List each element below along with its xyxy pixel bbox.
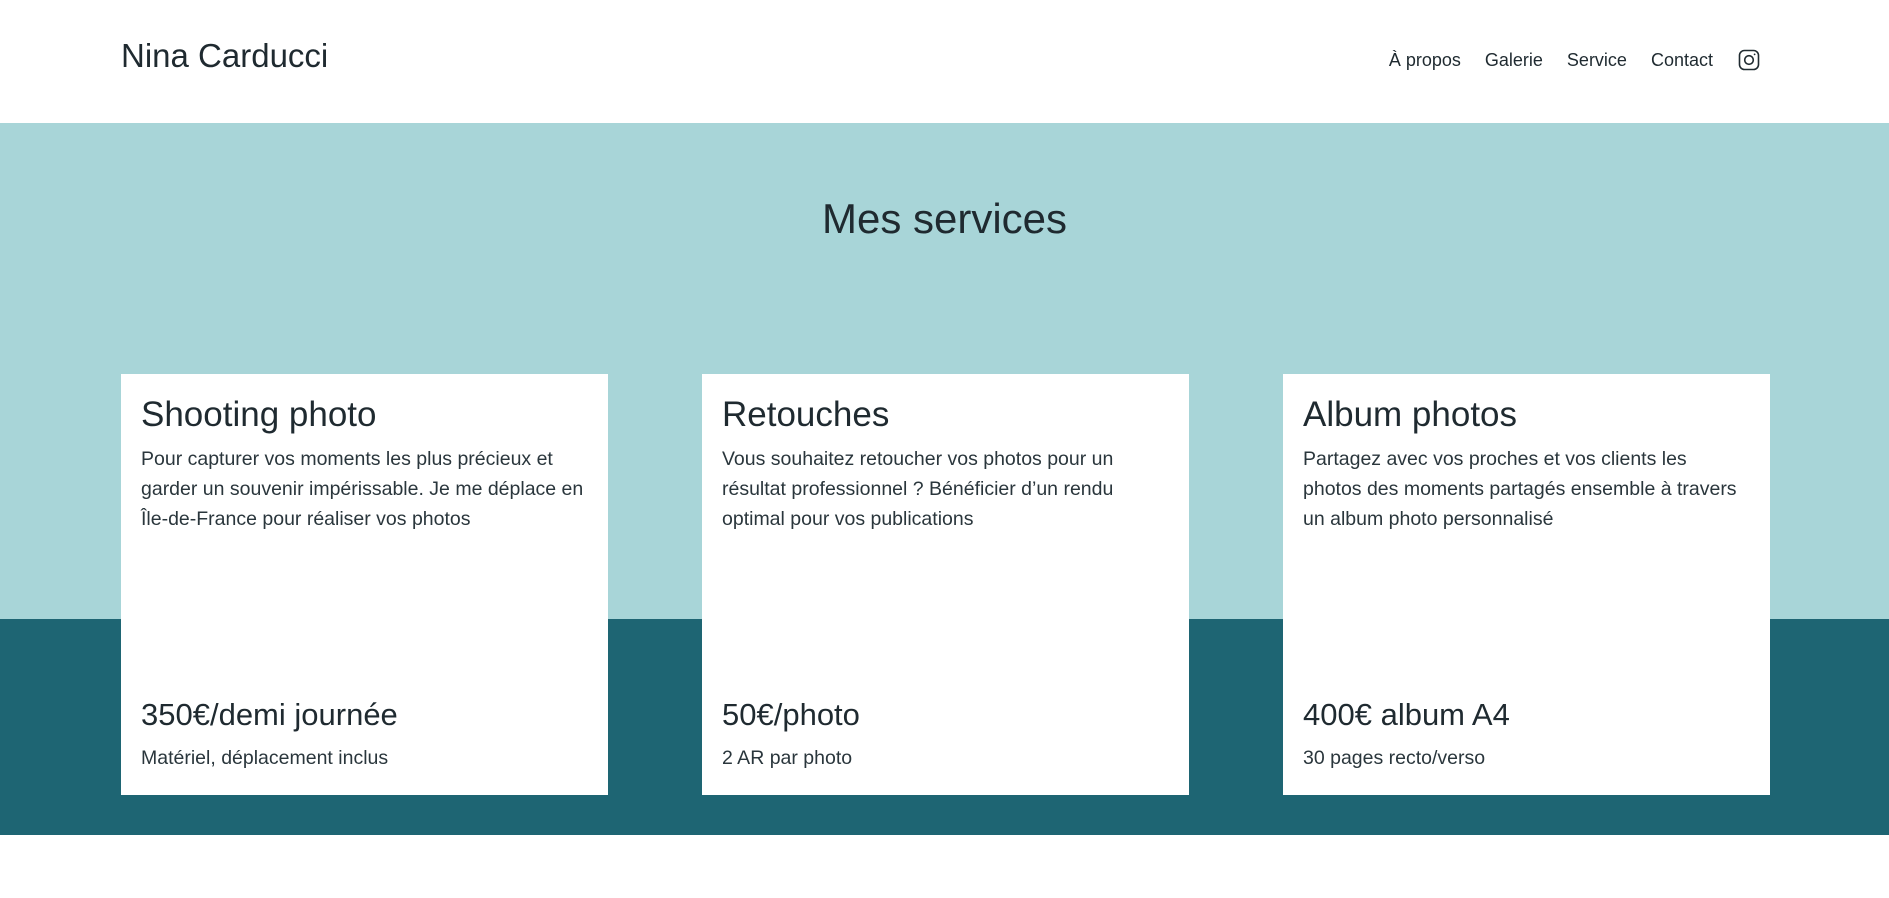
card-price: 350€/demi journée xyxy=(141,697,398,732)
nav-link-service[interactable]: Service xyxy=(1567,46,1627,74)
card-price: 50€/photo xyxy=(722,697,860,732)
brand-name[interactable]: Nina Carducci xyxy=(121,36,328,76)
card-title: Shooting photo xyxy=(141,395,377,434)
card-note: Matériel, déplacement inclus xyxy=(141,747,389,769)
card-title: Album photos xyxy=(1303,395,1518,434)
service-card-album: Album photos Partagez avec vos proches e… xyxy=(1283,374,1770,795)
site-header: Nina Carducci À propos Galerie Service C… xyxy=(0,0,1889,123)
section-title: Mes services xyxy=(821,195,1068,242)
card-price: 400€ album A4 xyxy=(1303,697,1510,732)
card-note: 30 pages recto/verso xyxy=(1303,747,1486,769)
service-card-retouches: Retouches Vous souhaitez retoucher vos p… xyxy=(702,374,1189,795)
nav-link-a-propos[interactable]: À propos xyxy=(1389,46,1461,74)
instagram-icon xyxy=(1738,49,1760,71)
instagram-link[interactable] xyxy=(1737,48,1761,72)
card-note: 2 AR par photo xyxy=(722,747,853,769)
card-description: Pour capturer vos moments les plus préci… xyxy=(141,448,584,530)
card-description: Partagez avec vos proches et vos clients… xyxy=(1303,448,1737,530)
card-description: Vous souhaitez retoucher vos photos pour… xyxy=(722,448,1114,530)
nav-link-galerie[interactable]: Galerie xyxy=(1485,46,1543,74)
card-title: Retouches xyxy=(722,395,890,434)
nav-link-contact[interactable]: Contact xyxy=(1651,46,1713,74)
main-nav: À propos Galerie Service Contact xyxy=(1389,46,1761,74)
service-card-shooting: Shooting photo Pour capturer vos moments… xyxy=(121,374,608,795)
